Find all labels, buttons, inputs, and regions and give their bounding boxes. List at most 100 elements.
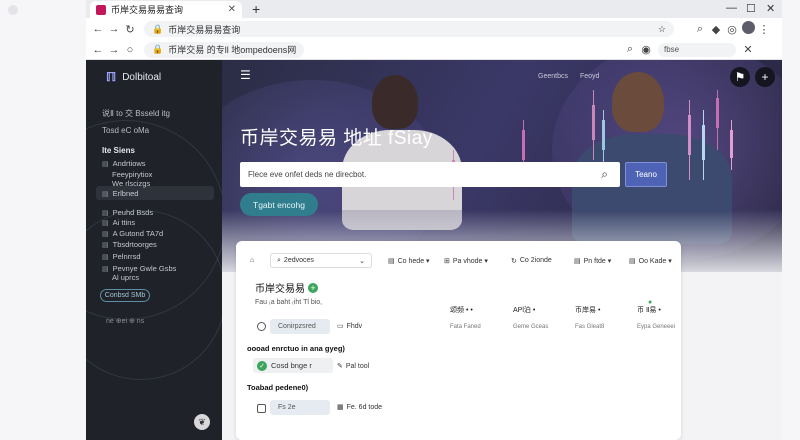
desktop-left-margin xyxy=(0,0,86,440)
filter-icon: ▤ xyxy=(574,257,581,265)
help-badge-icon[interactable]: ❦ xyxy=(194,414,210,430)
forward-icon-2[interactable]: → xyxy=(106,44,122,56)
chip-side[interactable]: ▦ Fe. 6d tode xyxy=(337,403,382,412)
filter-dropdown[interactable]: ↻ Co 2ionde xyxy=(511,253,552,268)
hero-search-placeholder: Flece eve onfet deds ne direcbot. xyxy=(248,170,367,179)
brand[interactable]: ℿ Dolbitoal xyxy=(106,70,161,84)
favicon-icon xyxy=(96,4,106,15)
check-side[interactable]: ✎ Pal tool xyxy=(337,362,369,371)
card-heading: 币岸交易易 + xyxy=(255,280,318,295)
menu-icon[interactable]: ⋮ xyxy=(756,23,772,36)
hero-search-input[interactable]: Flece eve onfet deds ne direcbot. ⌕ xyxy=(240,162,620,187)
new-tab-button[interactable]: + xyxy=(252,1,260,17)
tab-title: 币岸交易易易查询 xyxy=(111,5,184,15)
page-content: ℿ Dolbitoal 说Ⅱ to 交 Bsseld itg Tosd eC o… xyxy=(86,60,782,440)
bell-icon[interactable]: ◆ xyxy=(708,23,724,36)
maximize-button[interactable]: ☐ xyxy=(746,2,756,15)
status-chip[interactable]: Conirpzsred xyxy=(270,319,330,334)
folder-icon: ▭ xyxy=(337,323,344,330)
filter-dropdown[interactable]: ▤ Co hede ▾ xyxy=(388,253,430,268)
close-search-icon[interactable]: ✕ xyxy=(740,43,756,56)
extension-icon[interactable]: ◎ xyxy=(724,23,740,36)
candle-bar xyxy=(602,120,605,150)
contact-button[interactable]: Conbsd SMb xyxy=(100,289,150,302)
sidebar-line: 说Ⅱ to 交 Bsseld itg xyxy=(102,109,170,118)
status-dot-icon: ● xyxy=(648,299,653,306)
person-head-image xyxy=(372,75,418,129)
address-bar-2[interactable]: 🔒 币岸交易 的专ll 地ompedoens网 xyxy=(144,41,304,58)
close-window-button[interactable]: ✕ xyxy=(766,2,775,15)
back-icon[interactable]: ← xyxy=(90,23,106,35)
brand-name: Dolbitoal xyxy=(122,71,162,83)
add-icon[interactable]: + xyxy=(308,282,318,293)
candle-bar xyxy=(716,98,719,128)
browser-window: 币岸交易易易查询 ✕ + — ☐ ✕ ← → ↻ 🔒 币岸交易易易查询 ☆ ⌕ … xyxy=(86,0,782,440)
star-icon[interactable]: ☆ xyxy=(658,24,666,35)
person-head-image xyxy=(612,72,664,132)
hero-nav-link[interactable]: Feoyd xyxy=(580,73,599,80)
column-header[interactable]: APl泊 • xyxy=(513,305,535,315)
filter-dropdown[interactable]: ⊞ Pa vhode ▾ xyxy=(444,253,488,268)
chevron-down-icon: ⌄ xyxy=(359,257,365,265)
candle-bar xyxy=(688,115,691,155)
refresh-icon: ↻ xyxy=(511,257,517,265)
forward-icon[interactable]: → xyxy=(106,23,122,35)
sidebar-item-active[interactable]: ▤Erlbned⌄ xyxy=(102,189,138,198)
status-check-field[interactable]: ✓ Cosd bnge r xyxy=(253,358,333,373)
plus-icon[interactable]: + xyxy=(755,67,775,87)
sidebar-item[interactable]: ▤ Ai ttins xyxy=(102,218,135,227)
candle-bar xyxy=(522,130,525,160)
search-icon[interactable]: ⌕ xyxy=(692,23,708,36)
sidebar-item[interactable]: ▤ Pelnrrsd xyxy=(102,252,141,261)
check-icon: ✓ xyxy=(257,360,267,371)
lock-icon-2: 🔒 xyxy=(152,44,164,54)
section-label: Toabad pedene0) xyxy=(247,383,309,392)
tab-close-icon[interactable]: ✕ xyxy=(228,4,236,15)
column-header[interactable]: 颂频 • • xyxy=(450,305,473,315)
secondary-toolbar: ← → ○ 🔒 币岸交易 的专ll 地ompedoens网 ⌕ ◉ fbse ✕ xyxy=(86,40,782,60)
profile-avatar[interactable] xyxy=(740,21,756,37)
hero-pill-button[interactable]: Tgabt encohg xyxy=(240,193,318,216)
search-icon-2[interactable]: ⌕ xyxy=(622,43,638,56)
search-icon: ⌕ xyxy=(277,256,281,264)
candle-bar xyxy=(730,130,733,158)
sidebar: ℿ Dolbitoal 说Ⅱ to 交 Bsseld itg Tosd eC o… xyxy=(86,60,222,440)
address-text-2: 币岸交易 的专ll 地ompedoens网 xyxy=(168,45,297,55)
sidebar-item[interactable]: ▤ Pevnye Gwle Gsbs xyxy=(102,264,176,273)
sidebar-item[interactable]: ▤ Tbsdrtoorges xyxy=(102,240,157,249)
sidebar-item[interactable]: Feeypirytiox xyxy=(112,170,152,179)
sidebar-item[interactable]: Al uprcs xyxy=(112,273,139,282)
chip-side[interactable]: ▭ Fhdv xyxy=(337,322,362,331)
sidebar-item[interactable]: ▤ Andrtiows xyxy=(102,159,146,168)
back-icon-2[interactable]: ← xyxy=(90,44,106,56)
minimize-button[interactable]: — xyxy=(726,2,737,14)
filter-icon: ▤ xyxy=(629,257,636,265)
flag-icon[interactable]: ⚑ xyxy=(730,67,750,87)
home-icon[interactable]: ⌂ xyxy=(250,253,254,268)
mini-search-input[interactable]: fbse xyxy=(658,42,736,57)
filter-dropdown[interactable]: ▤ Pn ftde ▾ xyxy=(574,253,611,268)
hamburger-menu-icon[interactable]: ☰ xyxy=(240,68,251,82)
column-header[interactable]: 币岸易 • xyxy=(575,305,600,315)
column-subtext: Eypa Geneeei xyxy=(637,324,676,330)
address-bar[interactable]: 🔒 币岸交易易易查询 ☆ xyxy=(144,21,674,37)
filter-search[interactable]: ⌕ 2edvoces ⌄ xyxy=(270,253,372,268)
reload-icon-2[interactable]: ○ xyxy=(122,44,138,56)
filter-icon: ▤ xyxy=(388,257,395,265)
shield-icon[interactable]: ◉ xyxy=(638,43,654,56)
hero-search-button[interactable]: Teano xyxy=(625,162,667,187)
sidebar-item[interactable]: ▤ Peuhd Bsds xyxy=(102,208,153,217)
sidebar-line[interactable]: Tosd eC oMa xyxy=(102,126,149,135)
reload-icon[interactable]: ↻ xyxy=(122,23,138,36)
browser-tab[interactable]: 币岸交易易易查询 ✕ xyxy=(90,1,242,18)
desktop-right-margin xyxy=(782,0,800,440)
status-chip[interactable]: Fs 2e xyxy=(270,400,330,415)
hero-nav-link[interactable]: Geentbcs xyxy=(538,73,568,80)
sidebar-item[interactable]: ▤ A Gutond TA7d xyxy=(102,229,163,238)
filter-dropdown[interactable]: ▤ Oo Kade ▾ xyxy=(629,253,672,268)
search-icon[interactable]: ⌕ xyxy=(601,167,608,182)
column-header[interactable]: 币 Ⅱ易 • xyxy=(637,305,661,315)
candle-bar xyxy=(702,125,705,160)
sidebar-item[interactable]: We rlscizgs xyxy=(112,179,150,188)
column-subtext: Fas Gleat8 xyxy=(575,324,605,330)
